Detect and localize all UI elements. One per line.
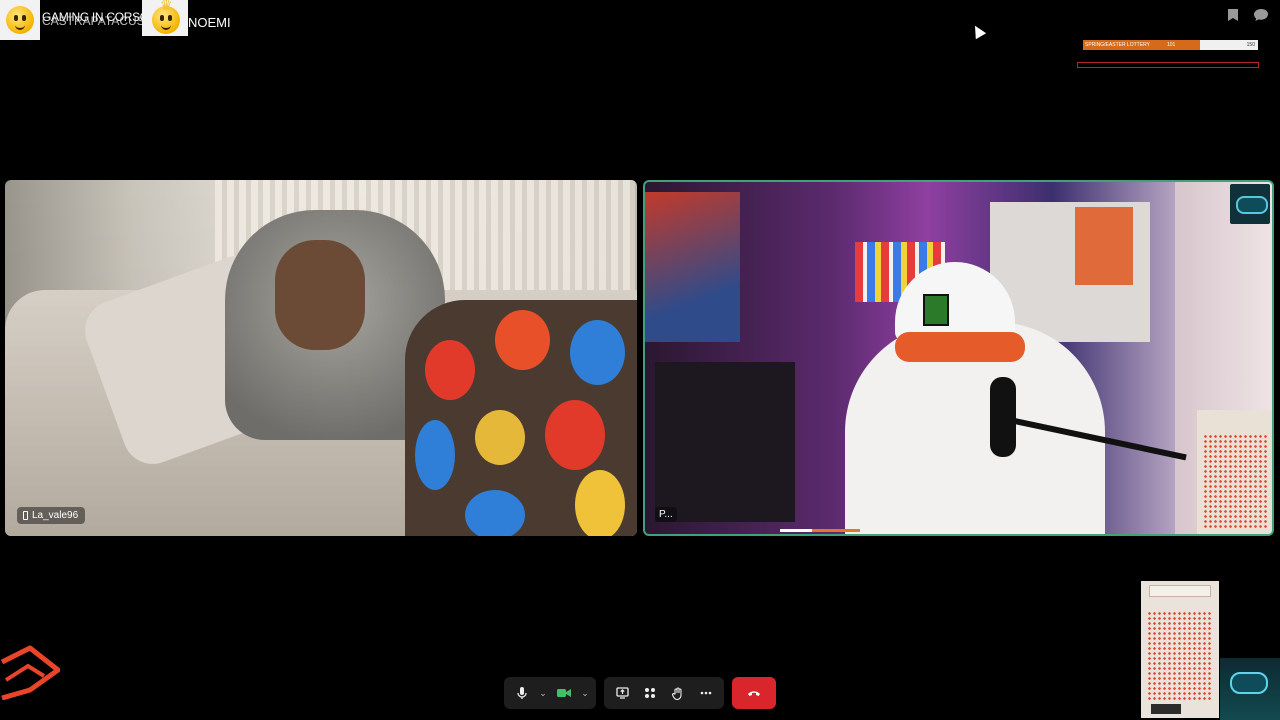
participant-name: La_vale96 bbox=[32, 510, 79, 521]
participant-hair bbox=[275, 240, 365, 350]
microphone-icon[interactable] bbox=[508, 679, 536, 707]
guest-emoji-avatar: ♛ bbox=[142, 0, 188, 36]
goggles-avatar-large bbox=[1220, 658, 1280, 720]
lottery-secondary-bar bbox=[1077, 62, 1259, 68]
face-poster bbox=[1075, 207, 1133, 285]
cap-logo bbox=[923, 294, 949, 326]
lottery-current: 101 bbox=[1167, 42, 1176, 48]
brand-logo-icon bbox=[0, 640, 61, 701]
mic-options-chevron-icon[interactable]: ⌄ bbox=[536, 679, 550, 707]
emoji-avatar bbox=[0, 0, 40, 40]
camera-options-chevron-icon[interactable]: ⌄ bbox=[578, 679, 592, 707]
lottery-progress-bar: SPRING/EASTER LOTTERY 101 150 bbox=[1083, 40, 1258, 50]
apps-icon[interactable] bbox=[636, 679, 664, 707]
camera-icon[interactable] bbox=[550, 679, 578, 707]
overlay-channel: CASTRAPATACUS bbox=[42, 14, 145, 28]
media-progress-strip bbox=[780, 529, 860, 532]
smiley-icon bbox=[6, 6, 34, 34]
goggles-avatar bbox=[1230, 184, 1270, 224]
guest-name: NOEMI bbox=[188, 15, 231, 30]
raise-hand-icon[interactable] bbox=[664, 679, 692, 707]
bookmark-icon[interactable] bbox=[1225, 8, 1241, 24]
lottery-card-overlay bbox=[1141, 581, 1219, 718]
lottery-label: SPRING/EASTER LOTTERY bbox=[1085, 42, 1150, 48]
call-toolbar: ⌄ ⌄ bbox=[504, 677, 776, 709]
video-tile-right-active-speaker[interactable]: P... bbox=[643, 180, 1274, 536]
crown-icon: ♛ bbox=[160, 0, 173, 13]
lottery-max: 150 bbox=[1246, 42, 1255, 48]
hangup-button[interactable] bbox=[732, 677, 776, 709]
phone-icon bbox=[23, 511, 28, 520]
chat-icon[interactable] bbox=[1253, 8, 1269, 24]
mouse-cursor-icon bbox=[969, 22, 987, 40]
goggles-icon bbox=[1236, 196, 1268, 214]
gaming-poster bbox=[645, 192, 740, 342]
more-icon[interactable] bbox=[692, 679, 720, 707]
screen-share-icon[interactable] bbox=[608, 679, 636, 707]
shelf bbox=[655, 362, 795, 522]
patterned-blanket bbox=[405, 300, 637, 536]
actions-group bbox=[604, 677, 724, 709]
lottery-card bbox=[1197, 410, 1272, 534]
hangup-icon bbox=[748, 691, 760, 696]
goggles-icon bbox=[1230, 672, 1268, 694]
cap-brim bbox=[895, 332, 1025, 362]
participant-label-left: La_vale96 bbox=[17, 507, 86, 524]
video-tile-left[interactable]: La_vale96 bbox=[5, 180, 637, 536]
participant-label-right: P... bbox=[655, 507, 677, 522]
mic-control-group: ⌄ ⌄ bbox=[504, 677, 596, 709]
